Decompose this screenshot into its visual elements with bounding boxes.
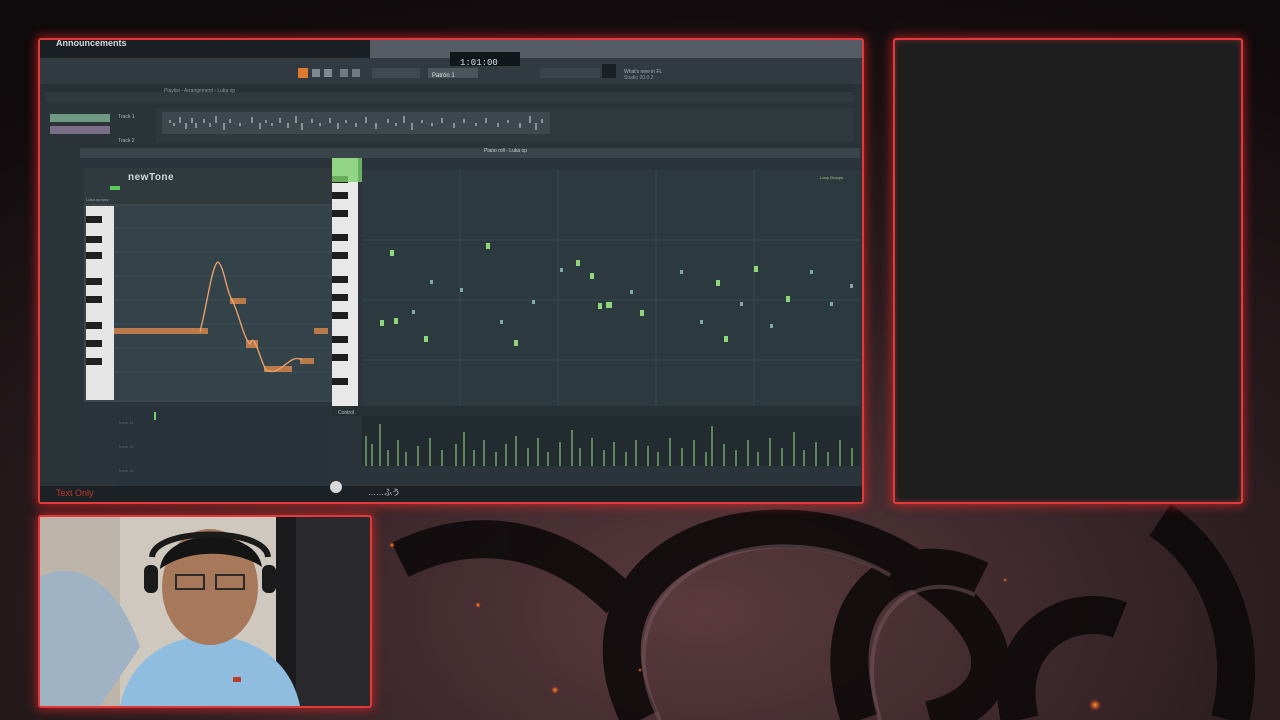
playlist-title: Playlist - Arrangement › Luka op (164, 88, 236, 94)
daw-capture-frame: Announcements 1:01:00 Patrón 1 What's ne… (38, 38, 864, 504)
lyric-caption: ……ふう (368, 488, 400, 497)
newtone-plugin-title: newTone (128, 172, 175, 183)
empty-panel (893, 38, 1243, 504)
webcam-feed (40, 517, 370, 706)
pencil-icon (352, 69, 360, 77)
timecode-display: 1:01:00 (460, 58, 498, 68)
lower-track-label: Track 16 (118, 468, 134, 473)
webcam-frame (38, 515, 372, 708)
piano-roll-title: Piano roll - Luka op (484, 148, 528, 154)
plugin-file-name: Luka op.wav (86, 197, 109, 202)
announcements-label: Announcements (56, 38, 127, 48)
news-subtitle: Studio 20.0.2 (624, 75, 654, 81)
lower-track-label: Track 15 (118, 444, 134, 449)
magnet-icon (340, 69, 348, 77)
loop-groups-label[interactable]: Loop Groups (820, 175, 843, 180)
play-icon (312, 69, 320, 77)
stop-icon (324, 69, 332, 77)
fl-studio-window (40, 40, 862, 502)
control-lane-label[interactable]: Control (338, 410, 354, 416)
record-icon (298, 68, 308, 78)
text-only-label: Text Only (56, 488, 94, 498)
track-label: Track 1 (118, 114, 135, 120)
pattern-selector[interactable]: Patrón 1 (432, 73, 455, 79)
track-label: Track 2 (118, 138, 135, 144)
lower-track-label: Track 14 (118, 420, 134, 425)
